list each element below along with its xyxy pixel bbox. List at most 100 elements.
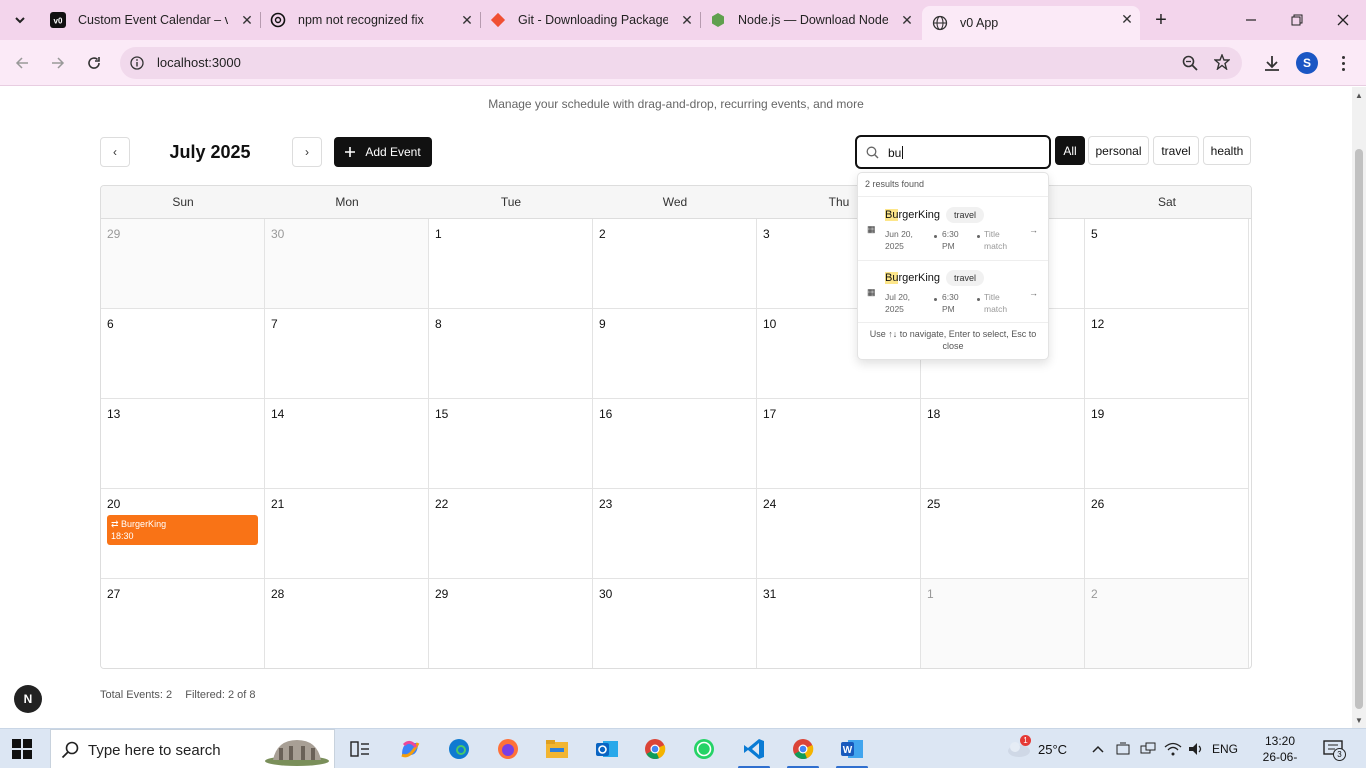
day-cell[interactable]: 29 bbox=[101, 219, 265, 309]
day-number: 30 bbox=[599, 587, 613, 601]
page-scrollbar[interactable]: ▲ ▼ bbox=[1352, 87, 1366, 728]
day-cell[interactable]: 8 bbox=[429, 309, 593, 399]
day-cell[interactable]: 27 bbox=[101, 579, 265, 668]
day-cell[interactable]: 7 bbox=[265, 309, 429, 399]
filter-personal[interactable]: personal bbox=[1088, 136, 1149, 165]
search-result-item[interactable]: ▦ BurgerKing travel Jun 20, 2025 6:30 PM T… bbox=[858, 197, 1048, 259]
tab-git-download[interactable]: Git - Downloading Package ✕ bbox=[480, 0, 700, 40]
bookmark-star-icon[interactable] bbox=[1214, 54, 1230, 70]
day-cell[interactable]: 16 bbox=[593, 399, 757, 489]
tab-v0-app[interactable]: v0 App ✕ bbox=[922, 6, 1140, 40]
edge-icon[interactable] bbox=[445, 735, 473, 763]
tab-custom-event-calendar[interactable]: v0 Custom Event Calendar – v0 ✕ bbox=[40, 0, 260, 40]
day-cell[interactable]: 18 bbox=[921, 399, 1085, 489]
day-cell[interactable]: 29 bbox=[429, 579, 593, 668]
search-input[interactable]: bu bbox=[855, 135, 1051, 169]
language-indicator[interactable]: ENG bbox=[1212, 729, 1238, 768]
day-cell[interactable]: 17 bbox=[757, 399, 921, 489]
file-explorer-icon[interactable] bbox=[543, 735, 571, 763]
day-cell[interactable]: 28 bbox=[265, 579, 429, 668]
notification-center-button[interactable]: 3 bbox=[1323, 740, 1346, 763]
close-tab-icon[interactable]: ✕ bbox=[240, 13, 254, 27]
scroll-down-icon[interactable]: ▼ bbox=[1355, 716, 1363, 725]
day-cell[interactable]: 26 bbox=[1085, 489, 1249, 579]
taskbar-clock[interactable]: 13:20 26-06-2025 bbox=[1250, 733, 1310, 768]
weather-temperature[interactable]: 25°C bbox=[1038, 729, 1067, 768]
day-cell[interactable]: 14 bbox=[265, 399, 429, 489]
day-cell[interactable]: 24 bbox=[757, 489, 921, 579]
day-number: 18 bbox=[927, 407, 941, 421]
firefox-icon[interactable] bbox=[494, 735, 522, 763]
day-cell[interactable]: 30 bbox=[593, 579, 757, 668]
close-tab-icon[interactable]: ✕ bbox=[460, 13, 474, 27]
whatsapp-icon[interactable] bbox=[690, 735, 718, 763]
nextjs-devtools-button[interactable]: N bbox=[14, 685, 42, 713]
restore-button[interactable] bbox=[1274, 0, 1320, 40]
copilot-icon[interactable] bbox=[396, 735, 424, 763]
new-tab-button[interactable]: + bbox=[1138, 0, 1184, 40]
tab-nodejs-download[interactable]: Node.js — Download Node.js ✕ bbox=[700, 0, 920, 40]
day-cell[interactable]: 6 bbox=[101, 309, 265, 399]
filter-all[interactable]: All bbox=[1055, 136, 1085, 165]
volume-icon[interactable] bbox=[1188, 729, 1204, 768]
close-tab-icon[interactable]: ✕ bbox=[900, 13, 914, 27]
day-cell[interactable]: 30 bbox=[265, 219, 429, 309]
download-icon[interactable] bbox=[1263, 54, 1281, 72]
result-category-badge: travel bbox=[946, 270, 985, 286]
tab-search-button[interactable] bbox=[0, 0, 40, 40]
address-bar[interactable]: localhost:3000 bbox=[120, 47, 1242, 79]
close-window-button[interactable] bbox=[1320, 0, 1366, 40]
network-adapter-icon[interactable] bbox=[1140, 729, 1156, 768]
next-month-button[interactable]: › bbox=[292, 137, 322, 167]
day-cell[interactable]: 13 bbox=[101, 399, 265, 489]
word-icon[interactable]: W bbox=[838, 735, 866, 763]
weather-widget[interactable]: 1 bbox=[1005, 735, 1033, 763]
wifi-icon[interactable] bbox=[1164, 729, 1182, 768]
back-button[interactable] bbox=[8, 50, 36, 76]
day-cell[interactable]: 1 bbox=[921, 579, 1085, 668]
filter-health[interactable]: health bbox=[1203, 136, 1251, 165]
chrome-icon[interactable] bbox=[641, 735, 669, 763]
tab-npm-fix[interactable]: npm not recognized fix ✕ bbox=[260, 0, 480, 40]
menu-kebab-icon[interactable] bbox=[1336, 54, 1350, 72]
day-cell[interactable]: 19 bbox=[1085, 399, 1249, 489]
forward-button[interactable] bbox=[44, 50, 72, 76]
add-event-button[interactable]: Add Event bbox=[334, 137, 432, 167]
task-view-icon[interactable] bbox=[346, 735, 374, 763]
day-cell[interactable]: 23 bbox=[593, 489, 757, 579]
day-cell[interactable]: 21 bbox=[265, 489, 429, 579]
scrollbar-thumb[interactable] bbox=[1355, 149, 1363, 709]
day-cell[interactable]: 2 bbox=[1085, 579, 1249, 668]
site-info-icon[interactable] bbox=[130, 56, 144, 70]
windows-start-icon[interactable] bbox=[12, 739, 32, 759]
day-cell[interactable]: 15 bbox=[429, 399, 593, 489]
reload-button[interactable] bbox=[80, 50, 108, 76]
close-tab-icon[interactable]: ✕ bbox=[680, 13, 694, 27]
weather-alert-badge: 1 bbox=[1020, 735, 1031, 746]
day-cell[interactable]: 22 bbox=[429, 489, 593, 579]
day-cell[interactable]: 5 bbox=[1085, 219, 1249, 309]
minimize-button[interactable] bbox=[1228, 0, 1274, 40]
day-cell[interactable]: 9 bbox=[593, 309, 757, 399]
profile-avatar[interactable]: S bbox=[1296, 52, 1318, 74]
outlook-icon[interactable] bbox=[593, 735, 621, 763]
day-cell[interactable]: 25 bbox=[921, 489, 1085, 579]
prev-month-button[interactable]: ‹ bbox=[100, 137, 130, 167]
close-tab-icon[interactable]: ✕ bbox=[1120, 12, 1134, 26]
zoom-icon[interactable] bbox=[1182, 55, 1198, 71]
show-hidden-icons-button[interactable] bbox=[1092, 729, 1104, 768]
filter-travel[interactable]: travel bbox=[1153, 136, 1199, 165]
chrome-profile-icon[interactable] bbox=[789, 735, 817, 763]
day-cell[interactable]: 31 bbox=[757, 579, 921, 668]
vscode-icon[interactable] bbox=[740, 735, 768, 763]
day-cell[interactable]: 12 bbox=[1085, 309, 1249, 399]
taskbar-search-box[interactable]: Type here to search bbox=[50, 729, 335, 768]
event-chip[interactable]: ⇄ BurgerKing 18:30 bbox=[107, 515, 258, 545]
day-cell[interactable]: 20 ⇄ BurgerKing 18:30 bbox=[101, 489, 265, 579]
search-result-item[interactable]: ▦ BurgerKing travel Jul 20, 2025 6:30 PM T… bbox=[858, 260, 1048, 322]
meet-now-icon[interactable] bbox=[1116, 729, 1130, 768]
v0-logo-icon: v0 bbox=[50, 12, 66, 28]
scroll-up-icon[interactable]: ▲ bbox=[1355, 91, 1363, 100]
day-cell[interactable]: 1 bbox=[429, 219, 593, 309]
day-cell[interactable]: 2 bbox=[593, 219, 757, 309]
